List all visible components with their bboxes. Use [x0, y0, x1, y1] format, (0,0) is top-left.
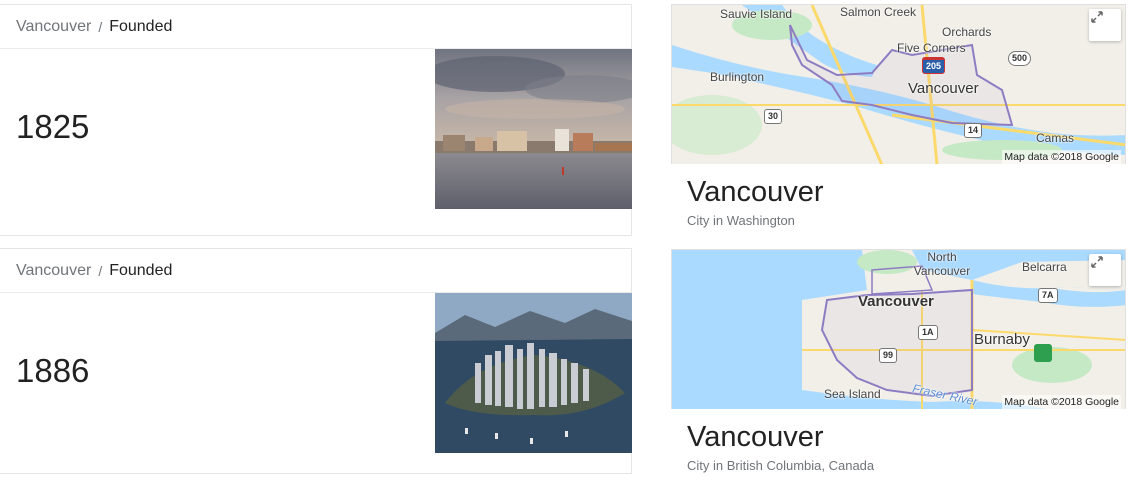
trans-canada-highway-icon [1034, 344, 1052, 362]
map-label-orchards: Orchards [942, 25, 992, 39]
route-99-shield: 99 [879, 348, 898, 363]
breadcrumb-city[interactable]: Vancouver [16, 18, 91, 36]
breadcrumb-separator: / [98, 262, 103, 279]
expand-icon [1091, 11, 1103, 23]
entity-title: Vancouver [687, 421, 824, 453]
expand-icon [1091, 256, 1103, 268]
breadcrumb-field: Founded [109, 261, 173, 279]
skyline-aerial-photo[interactable] [435, 293, 632, 453]
breadcrumb-field: Founded [109, 17, 173, 35]
founded-year: 1825 [16, 108, 90, 145]
route-500-shield: 500 [1008, 51, 1032, 66]
entity-subtitle: City in Washington [687, 213, 795, 228]
map-label-burlington: Burlington [710, 70, 765, 84]
map-label-sea-island: Sea Island [824, 387, 881, 401]
map-attribution[interactable]: Map data ©2018 Google [1002, 395, 1121, 409]
expand-map-button[interactable] [1089, 254, 1121, 286]
map-label-burnaby: Burnaby [974, 331, 1030, 348]
breadcrumb: Vancouver / Founded [0, 249, 631, 293]
entity-subtitle: City in British Columbia, Canada [687, 458, 875, 473]
founded-card-1: Vancouver / Founded 1825 [0, 4, 632, 236]
interstate-205-shield: 205 [922, 57, 946, 74]
breadcrumb: Vancouver / Founded [0, 5, 631, 49]
breadcrumb-separator: / [98, 18, 103, 35]
route-1a-shield: 1A [918, 325, 938, 340]
map-label-vancouver: Vancouver [858, 293, 934, 310]
map-label-north-vancouver: North Vancouver [913, 250, 971, 278]
map-label-vancouver: Vancouver [908, 80, 979, 97]
expand-map-button[interactable] [1089, 9, 1121, 41]
founded-year: 1886 [16, 352, 90, 389]
map-label-salmon-creek: Salmon Creek [840, 5, 917, 19]
knowledge-panel-vancouver-wa: Sauvie Island Salmon Creek Orchards Five… [671, 4, 1126, 234]
entity-title: Vancouver [687, 176, 824, 208]
map-vancouver-wa[interactable]: Sauvie Island Salmon Creek Orchards Five… [671, 4, 1126, 164]
route-30-shield: 30 [764, 109, 783, 124]
map-attribution[interactable]: Map data ©2018 Google [1002, 150, 1121, 164]
map-label-camas: Camas [1036, 131, 1075, 145]
map-vancouver-bc[interactable]: North Vancouver Belcarra Vancouver Burna… [671, 249, 1126, 409]
breadcrumb-city[interactable]: Vancouver [16, 262, 91, 280]
knowledge-panel-vancouver-bc: North Vancouver Belcarra Vancouver Burna… [671, 249, 1126, 475]
map-label-sauvie-island: Sauvie Island [720, 7, 793, 21]
route-14-shield: 14 [964, 123, 983, 138]
route-7a-shield: 7A [1038, 288, 1058, 303]
waterfront-photo[interactable] [435, 49, 632, 209]
map-label-belcarra: Belcarra [1022, 260, 1067, 274]
founded-card-2: Vancouver / Founded 1886 [0, 248, 632, 474]
map-label-five-corners: Five Corners [897, 41, 966, 55]
